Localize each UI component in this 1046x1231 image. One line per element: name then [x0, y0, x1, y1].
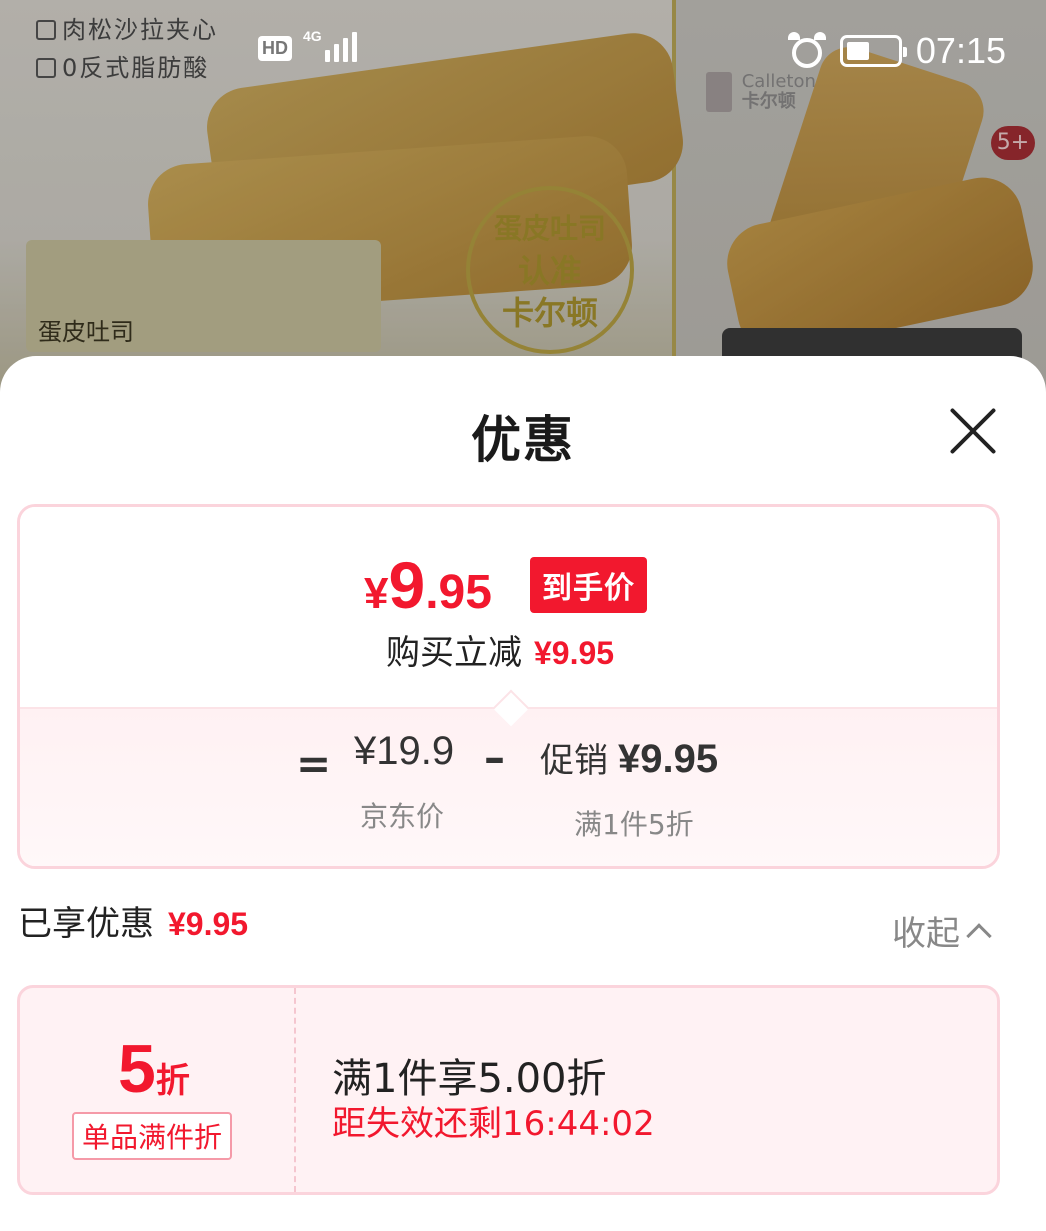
instant-reduction: 购买立减 ¥9.95 [386, 633, 615, 673]
clock: 07:15 [915, 30, 1006, 71]
final-price-tag: 到手价 [530, 557, 647, 613]
equals-sign: = [296, 739, 332, 788]
collapse-button[interactable]: 收起 [892, 906, 992, 955]
alarm-icon [787, 32, 826, 70]
discount-value: 5折 [118, 1031, 190, 1107]
battery-icon [839, 35, 907, 67]
promo-discount: 促销 ¥9.95 [540, 737, 719, 781]
status-right: 07:15 [787, 28, 1006, 74]
close-icon[interactable] [946, 404, 1000, 458]
coupon-countdown: 距失效还剩16:44:02 [332, 1104, 655, 1144]
discount-coupon[interactable]: 5折 单品满件折 满1件享5.00折 距失效还剩16:44:02 [17, 985, 1000, 1195]
minus-sign: – [484, 733, 505, 782]
signal-icon: 4G [303, 28, 363, 68]
price-breakdown-card: ¥9.95 到手价 购买立减 ¥9.95 = ¥19.9 京东价 – 促销 ¥9.9… [17, 504, 1000, 869]
enjoyed-discount: 已享优惠 ¥9.95 [18, 904, 249, 944]
jd-price-value: ¥19.9 [354, 729, 455, 773]
coupon-type-tag: 单品满件折 [72, 1112, 233, 1160]
discount-sheet: 优惠 ¥9.95 到手价 购买立减 ¥9.95 = ¥19.9 京东价 – 促销 ¥… [0, 356, 1046, 1231]
hd-icon: HD [258, 35, 292, 61]
status-left: HD 4G [258, 28, 363, 74]
promo-rule: 满1件5折 [574, 808, 694, 841]
chevron-up-icon [966, 922, 992, 949]
final-price: ¥9.95 [364, 548, 492, 622]
price-formula-section: = ¥19.9 京东价 – 促销 ¥9.95 满1件5折 [20, 707, 997, 866]
jd-price-label: 京东价 [360, 800, 445, 833]
coupon-divider [294, 988, 296, 1192]
final-price-section: ¥9.95 到手价 购买立减 ¥9.95 [20, 507, 997, 707]
coupon-value-section: 5折 单品满件折 [20, 988, 294, 1192]
sheet-title: 优惠 [471, 411, 575, 469]
